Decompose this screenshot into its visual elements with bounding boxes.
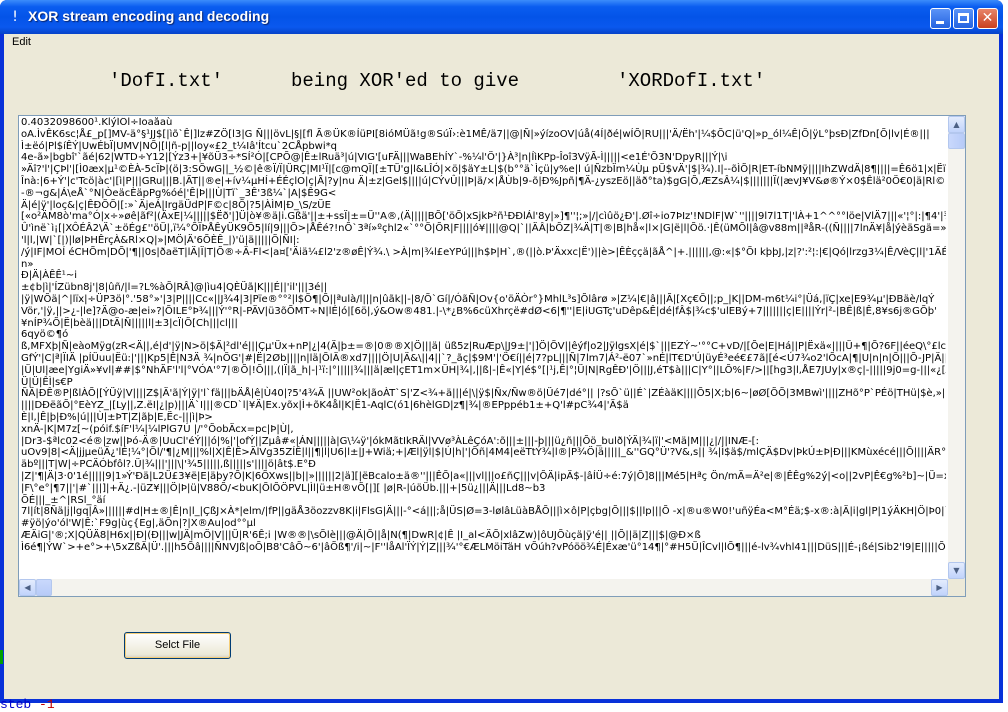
output-line: 7l|ít|8Ñä|j|lgq|Â»||||||#d|H±®|Ê|n|l_|Çß… bbox=[21, 506, 946, 518]
minimize-button[interactable] bbox=[930, 8, 951, 29]
horizontal-scrollbar[interactable]: ◀ ▶ bbox=[19, 579, 948, 596]
output-line: |F\°e°|¶7||'|#`|||]|+Ä¿.-|üZ¥|||Ö|Þ|ü|V8… bbox=[21, 482, 546, 494]
client-area: Edit 'DofI.txt' being XOR'ed to give 'XO… bbox=[4, 34, 999, 699]
vertical-scroll-thumb[interactable] bbox=[948, 133, 965, 149]
minimize-icon bbox=[936, 21, 944, 24]
menu-bar: Edit bbox=[4, 34, 999, 52]
output-line: Ð|Ä|ÀÊÊ¹~i bbox=[21, 270, 77, 282]
heading-output-file: 'XORDofI.txt' bbox=[617, 70, 766, 92]
output-line: ¥nÍP¾Õ|Ë|bèä|||DtÄ|Ñ|||||l|±3|cÏ|Õ[Ch|||… bbox=[21, 317, 238, 329]
scrollbar-corner bbox=[948, 579, 965, 596]
output-line: ß,MFXþ|Ñ|eàoMÿg(zR<Ä||,é|d'|ÿ|N>ö|$Ä|²dl… bbox=[21, 341, 946, 353]
output-line: ÕÉ|||_±^|RSl_°äí bbox=[21, 494, 106, 506]
horizontal-scroll-thumb[interactable] bbox=[36, 579, 52, 596]
heading-operation: being XOR'ed to give bbox=[291, 70, 520, 92]
output-line: È|l,|Ê|þ|Ð%|ú|||Ù|±ÞT|Z|ãþ|E,Ëc-|||ì|Þ> bbox=[21, 411, 213, 423]
output-line: 0.4032098600¹.KlýÍÕl÷Ioaåaù bbox=[21, 117, 173, 128]
output-line: ÑÄ|ÐÊ®P|ßlÀÕ|[ÝÜÿ|V||||Z$|Ä'ã|Ý|ÿ|'l`fä|… bbox=[21, 388, 946, 400]
output-line: GfÝ'|C|ª|ÏIÄ |pÍÜuu|Ëü:|'|||Kp5|Ê|N3Ä ¾|… bbox=[21, 352, 946, 364]
output-line: [«o²ÄM8ò'ma°Ó|x÷»øê|ãf²|(ÄxE|¼|||||$Ëð'|… bbox=[21, 211, 946, 223]
output-line: Û'ìnë`ì¡[|XÔÉÂ2\Ä`±öÉg£''öÜ|,ï¼°ÕÏÞÅÊyÜK… bbox=[21, 223, 946, 235]
output-line: |ÿ|WÕä|^|lïx|÷ÜP3ö|°.'58°»'|3|P||||Cc«||… bbox=[21, 293, 935, 305]
output-line: ±¢b|ì|'ÍZübn8j'|8|ûñ/|l=?L%àÕ|RÂ]@|ìu4|Q… bbox=[21, 282, 328, 294]
select-file-button[interactable]: Selct File bbox=[124, 632, 231, 659]
output-line: 4e-ã»|bgbî'`ãé|62|WTD÷Y12|[Ýz3+|¥õÜ3÷*SÍ… bbox=[21, 152, 728, 164]
output-line: »Äî?'l'|ÇÞl'|[Ì0æx|µ¹©ÈÀ-5cÏÞ|(ö|3:SÕwG|… bbox=[21, 164, 946, 176]
output-line: Ä|é|ÿ'|loç&|ç|ÊÐÕÕ|[:»`ÄjeÁ|IrgäÜdP|F©c|… bbox=[21, 199, 331, 211]
output-line: |Dr3-$ªlc02<é®|zw||Þó-Ä®|UuCl'éÝ|||ó|%|'… bbox=[21, 435, 759, 447]
output-line: -®¬g&|Á\eÅ`°N|ÒeäcÈäpPg%óé|'Ê|Þ|||Ù|Tï`_… bbox=[21, 187, 337, 199]
vertical-scrollbar[interactable]: ▲ ▼ bbox=[948, 116, 965, 579]
scroll-left-icon[interactable]: ◀ bbox=[19, 579, 36, 596]
output-line: äbº|||T|W|÷PCÄÓbfôl?.Ü|¾|||'|||\|'¾5||||… bbox=[21, 459, 316, 471]
page-heading: 'DofI.txt' being XOR'ed to give 'XORDofI… bbox=[4, 70, 999, 94]
output-text: 0.4032098600¹.KlýÍÕl÷Ioaåaù oA.ÌvÊK6sc¦Å£… bbox=[21, 117, 946, 577]
maximize-button[interactable] bbox=[953, 8, 974, 29]
output-line: /ý|IF|MOÍ éCHÕm|DÕ|'¶||0s|ðaëT|lÄ|Ï|T|Õ®… bbox=[21, 246, 946, 258]
output-line: ÆÄiG|'®;X|QÜÄ8|H6x||Ð|(Ð|||w|JÄ|mÖ|V|||Ü… bbox=[21, 529, 701, 541]
scroll-right-icon[interactable]: ▶ bbox=[931, 579, 948, 596]
output-line: Ì6é¶|ÝW`>+e°>+\5xZßÄ|Ü'.|||h5Õâ||||ÑNVJß… bbox=[21, 541, 946, 553]
output-line: Înà:|6+Ý'|c'Tcö|àc'|[ì|P|||GRu|||B.|ÃT||… bbox=[21, 175, 946, 187]
output-line: Vör,'|ÿ,||>¿-|le]?Ä@o-æ|ei»?|ÕILE°Þ¾|||Ý… bbox=[21, 305, 937, 317]
application-window: ! XOR stream encoding and decoding ✕ Edi… bbox=[0, 0, 1003, 703]
output-line: |Z|'¶|Ä|3·0'1é|||||9|1»Ý'Ðä|L2Ü£3¥ë|E|äþ… bbox=[21, 470, 946, 482]
exclamation-icon: ! bbox=[12, 9, 18, 25]
output-line: oA.ÌvÊK6sc¦Å£_p[]MV-ä°§¹JJ$[|ìõ`Ê|]lz#ZÖ… bbox=[21, 128, 930, 140]
output-line: Ü|Ü|ÊÌ|s€P bbox=[21, 376, 73, 388]
output-line: ||||DÐëãÕ|°EèYZ_|[Ly||,Z.ëI|¿|p)|||Ä`I||… bbox=[21, 400, 629, 412]
output-line: n» bbox=[21, 258, 34, 270]
close-button[interactable]: ✕ bbox=[977, 8, 998, 29]
output-line: xnÄ-|K|M7z[~(póif.$íF'l¼|¼lPlG7Ú |/'°Õob… bbox=[21, 423, 294, 435]
output-line: |Ü|Ul|æe|YgiÄ»¥vl|##|$°NhÄF'l'l|°VÓA'°7|… bbox=[21, 364, 946, 376]
output-textbox[interactable]: 0.4032098600¹.KlýÍÕl÷Ioaåaù oA.ÌvÊK6sc¦Å£… bbox=[18, 115, 966, 597]
scroll-up-icon[interactable]: ▲ bbox=[948, 116, 965, 133]
title-bar[interactable]: ! XOR stream encoding and decoding ✕ bbox=[0, 0, 1003, 34]
output-line: uOv9|8|<Ä|jjµeüÄ¿'lÉ¦¼°|Õl/'¶|¿M|||%l|X|… bbox=[21, 447, 946, 459]
output-line: Ì±ëó|Pl$íÊÝ|UwÉbÏ|UMV|NÕ|[l|ñ-p||loy«£2_… bbox=[21, 140, 337, 152]
output-line: 'l|l,|W|`[|)|lø|ÞHÊrçÀ&Rl×Q|»|MÖ|Ä'6ÕÈÊ_… bbox=[21, 234, 300, 246]
output-line: 6qyö©¶ó bbox=[21, 329, 69, 341]
heading-source-file: 'DofI.txt' bbox=[109, 70, 224, 92]
background-window-edge bbox=[0, 650, 3, 664]
maximize-icon bbox=[958, 13, 969, 23]
scroll-down-icon[interactable]: ▼ bbox=[948, 562, 965, 579]
menu-item-edit[interactable]: Edit bbox=[12, 36, 31, 48]
close-icon: ✕ bbox=[981, 10, 994, 26]
output-line: #ÿö|ýo'ól'W|Ê:`F9g|ùç{Eg|,äÕn|?|X®Au|od°… bbox=[21, 518, 256, 530]
window-title: XOR stream encoding and decoding bbox=[28, 8, 270, 24]
